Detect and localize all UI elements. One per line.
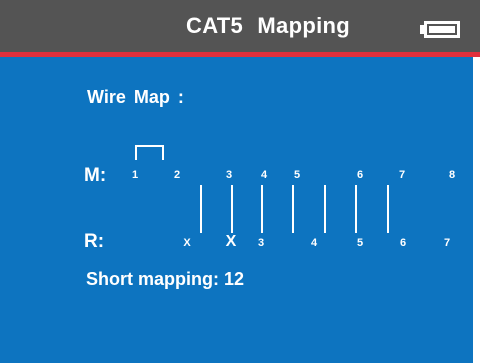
wire-map-label: Wire Map : [87, 87, 184, 107]
remote-pin-x: X [225, 233, 237, 250]
main-pin-6: 6 [356, 169, 364, 181]
battery-level-fill [429, 26, 455, 33]
remote-pin-4: 4 [310, 237, 318, 249]
remote-pin-7: 7 [443, 237, 451, 249]
main-pin-7: 7 [398, 169, 406, 181]
wire-line [231, 185, 233, 233]
main-pin-2: 2 [173, 169, 181, 181]
main-pin-4: 4 [260, 169, 268, 181]
short-bracket [135, 145, 164, 160]
main-pin-1: 1 [131, 169, 139, 181]
wire-line [355, 185, 357, 233]
remote-pin-x: X [183, 237, 191, 249]
wire-line [261, 185, 263, 233]
remote-pin-6: 6 [399, 237, 407, 249]
wire-line [292, 185, 294, 233]
cable-tester-screen: CAT5 Mapping Wire Map : M: 1 2 3 4 5 6 7… [0, 0, 480, 363]
wire-line [387, 185, 389, 233]
remote-row-label: R: [84, 231, 105, 252]
status-message: Short mapping: 12 [86, 269, 245, 289]
battery-full-icon [424, 21, 460, 38]
remote-pin-5: 5 [356, 237, 364, 249]
title-bar: CAT5 Mapping [0, 0, 480, 57]
remote-pin-3: 3 [257, 237, 265, 249]
wire-map-panel: Wire Map : M: 1 2 3 4 5 6 7 8 R: X X 3 4… [0, 57, 473, 363]
main-pin-8: 8 [448, 169, 456, 181]
main-pin-5: 5 [293, 169, 301, 181]
wire-line [200, 185, 202, 233]
main-row-label: M: [84, 165, 107, 186]
main-pin-3: 3 [225, 169, 233, 181]
wire-line [324, 185, 326, 233]
screen-title: CAT5 Mapping [186, 13, 350, 38]
